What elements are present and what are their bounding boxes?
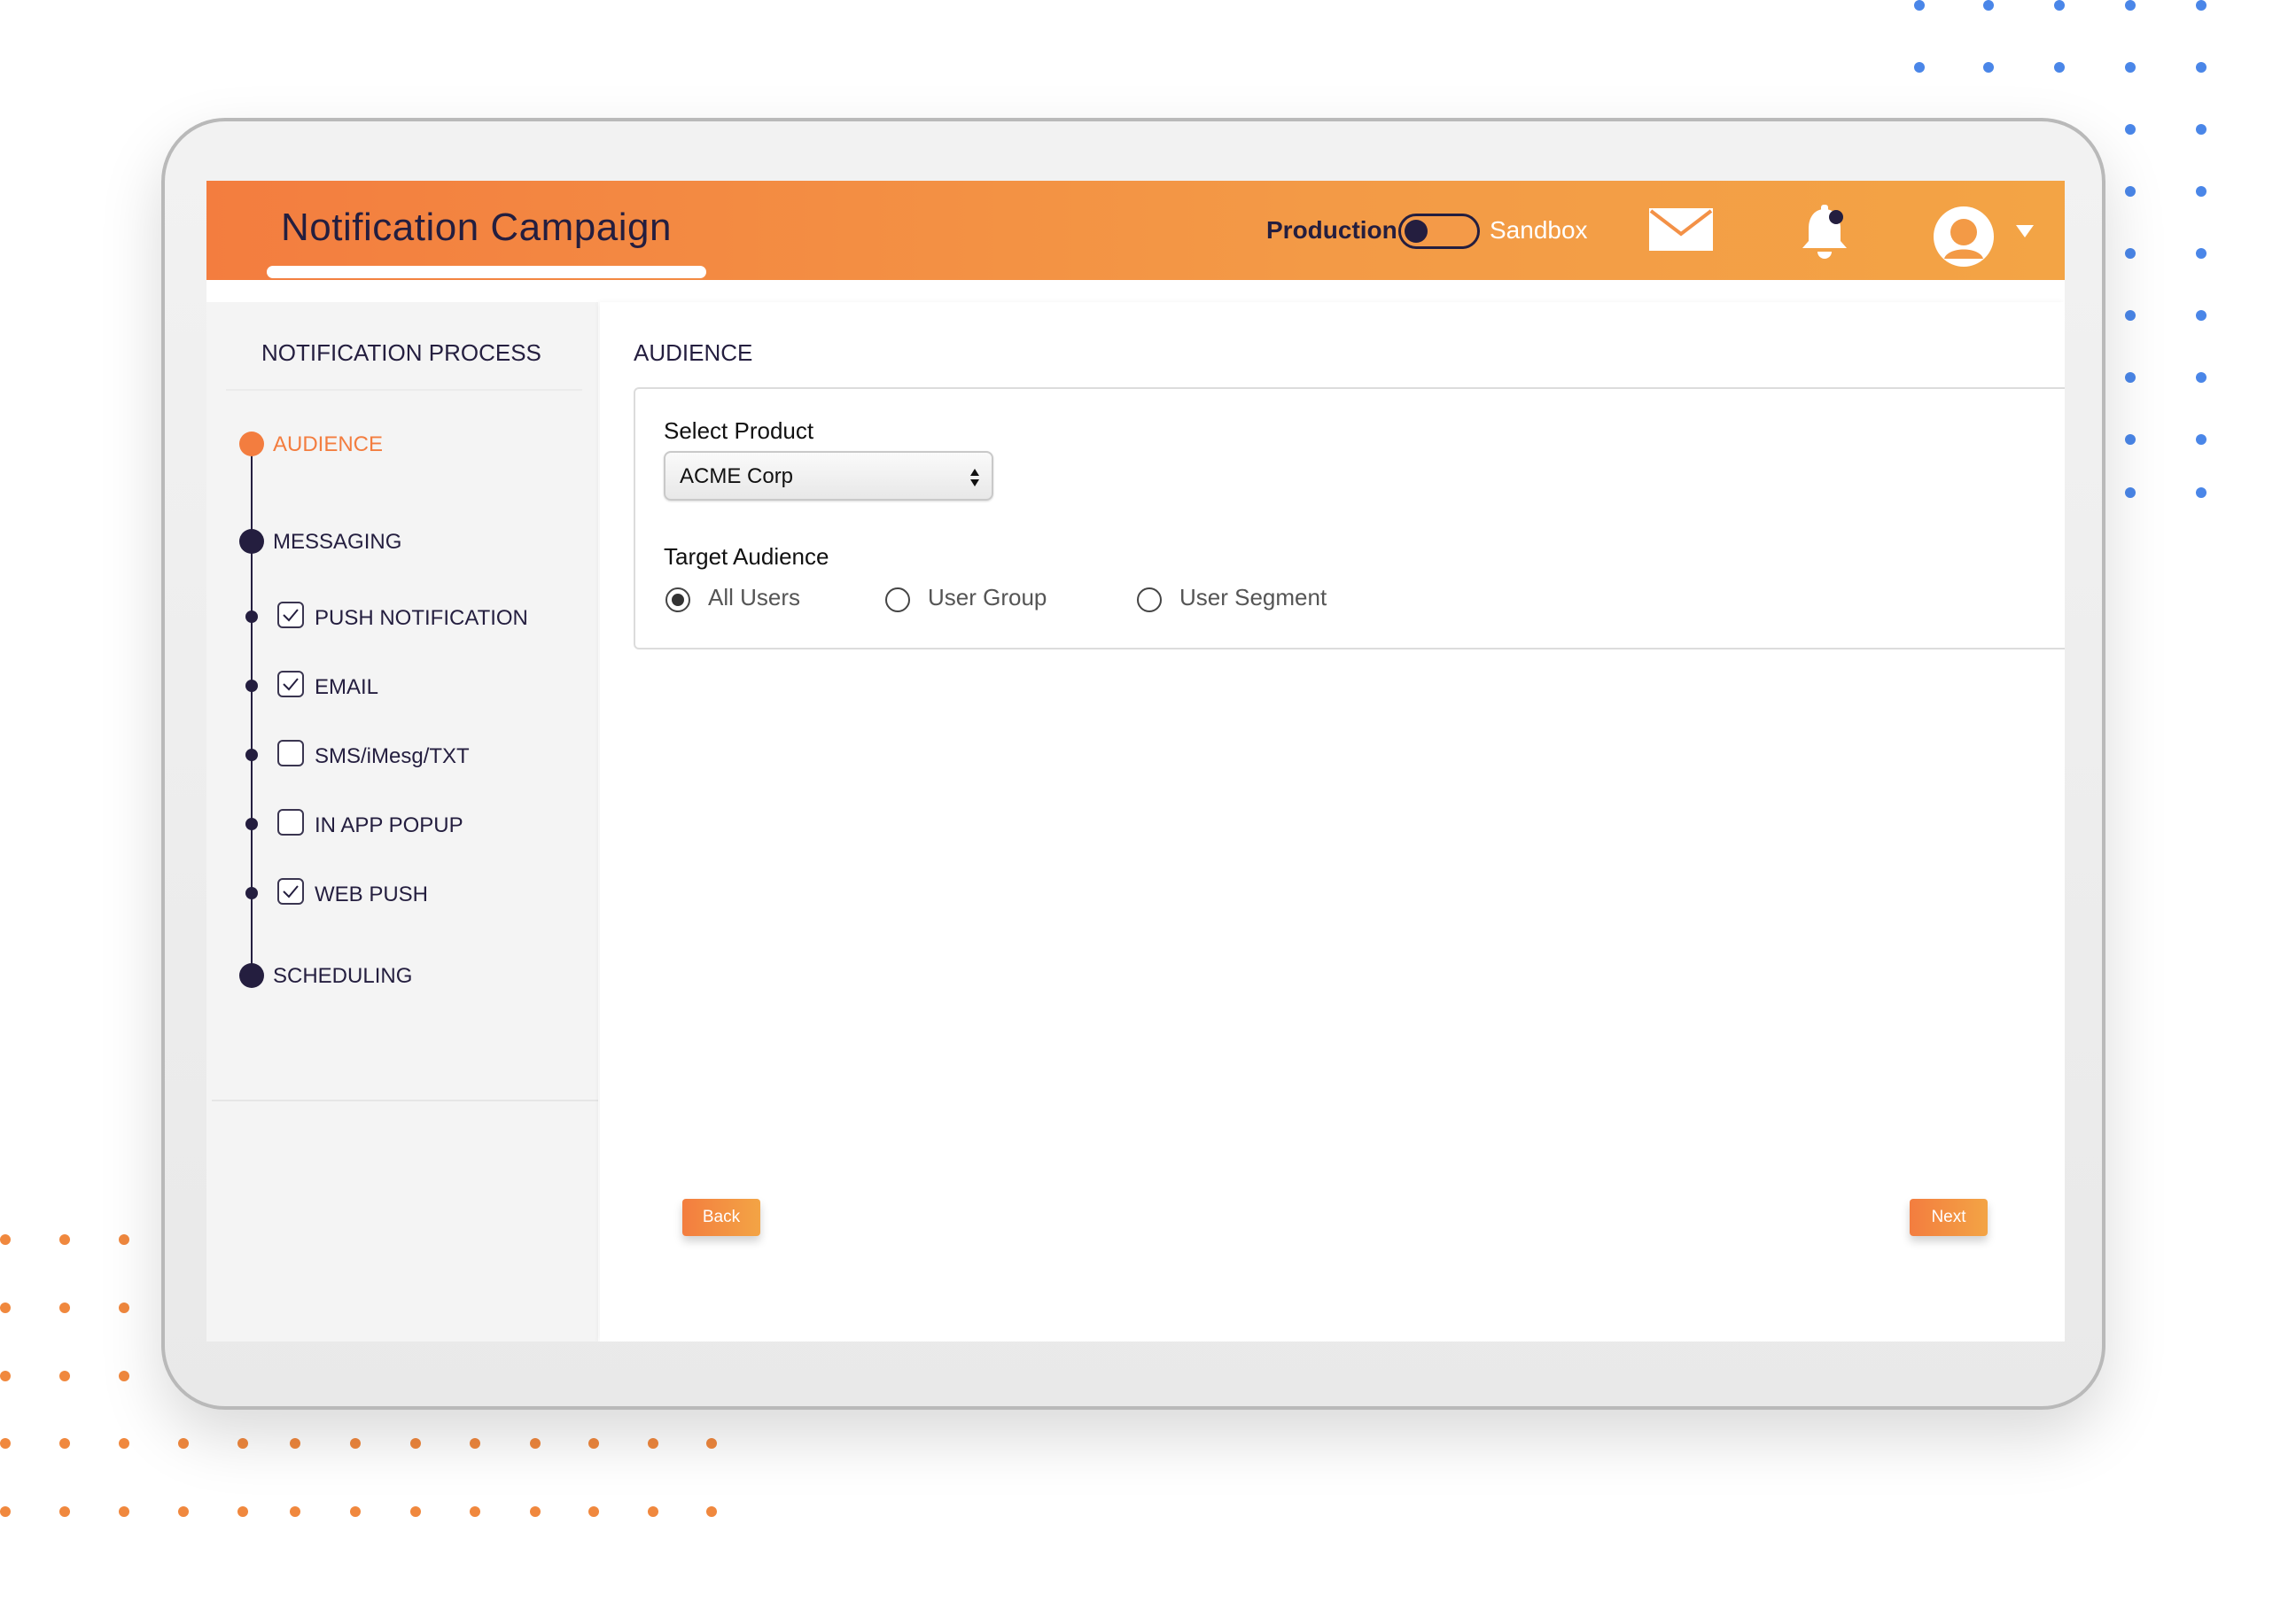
- radio-user-segment[interactable]: [1137, 587, 1162, 612]
- channel-dot: [245, 610, 258, 623]
- toggle-knob: [1405, 220, 1428, 243]
- radio-label-all-users: All Users: [708, 584, 801, 610]
- in-app-popup-checkbox[interactable]: [277, 809, 304, 836]
- channel-dot: [245, 887, 258, 899]
- audience-card: Select Product ACME Corp Target Audience…: [634, 387, 2065, 649]
- email-checkbox[interactable]: [277, 671, 304, 697]
- step-dot-messaging: [239, 529, 264, 554]
- sidebar-heading: NOTIFICATION PROCESS: [261, 339, 541, 366]
- step-messaging[interactable]: MESSAGING: [273, 530, 401, 555]
- channel-label-push: PUSH NOTIFICATION: [315, 606, 528, 630]
- product-select-value: ACME Corp: [680, 464, 794, 488]
- radio-label-user-segment: User Segment: [1179, 584, 1327, 610]
- environment-toggle[interactable]: [1398, 214, 1480, 249]
- channel-label-email: EMAIL: [315, 675, 379, 699]
- channel-label-web-push: WEB PUSH: [315, 883, 429, 906]
- product-select[interactable]: ACME Corp: [664, 451, 993, 501]
- channel-dot: [245, 680, 258, 692]
- mail-icon[interactable]: [1648, 207, 1714, 256]
- top-bar: Notification Campaign Production Sandbox: [206, 181, 2065, 280]
- channel-dot: [245, 818, 258, 830]
- avatar-icon[interactable]: [1933, 206, 1995, 272]
- sidebar-divider: [226, 389, 582, 391]
- section-title: AUDIENCE: [634, 339, 753, 366]
- channel-label-sms: SMS/iMesg/TXT: [315, 744, 470, 768]
- env-production-label: Production: [1266, 216, 1397, 244]
- step-dot-audience: [239, 432, 264, 456]
- sms-checkbox[interactable]: [277, 740, 304, 766]
- select-product-label: Select Product: [664, 417, 814, 444]
- main-panel: AUDIENCE Select Product ACME Corp Target…: [600, 302, 2065, 1341]
- step-dot-scheduling: [239, 963, 264, 988]
- sidebar-bottom-divider: [212, 1100, 598, 1101]
- push-notification-checkbox[interactable]: [277, 602, 304, 628]
- process-sidebar: NOTIFICATION PROCESS AUDIENCE MESSAGING …: [206, 302, 598, 1341]
- radio-label-user-group: User Group: [928, 584, 1047, 610]
- env-sandbox-label: Sandbox: [1490, 216, 1588, 244]
- back-button[interactable]: Back: [682, 1199, 760, 1236]
- step-scheduling[interactable]: SCHEDULING: [273, 964, 412, 989]
- page-title: Notification Campaign: [281, 206, 672, 249]
- caret-down-icon[interactable]: [2016, 225, 2034, 242]
- step-timeline: [251, 444, 253, 980]
- select-arrows-icon: [969, 465, 981, 490]
- target-audience-label: Target Audience: [664, 543, 829, 570]
- channel-dot: [245, 749, 258, 761]
- app-screen: Notification Campaign Production Sandbox: [206, 181, 2065, 1341]
- next-button[interactable]: Next: [1910, 1199, 1988, 1236]
- bell-icon[interactable]: [1798, 204, 1851, 267]
- step-audience[interactable]: AUDIENCE: [273, 432, 383, 457]
- web-push-checkbox[interactable]: [277, 878, 304, 905]
- radio-selected-indicator: [672, 594, 684, 606]
- radio-user-group[interactable]: [885, 587, 910, 612]
- title-underline: [267, 266, 706, 278]
- radio-all-users[interactable]: [665, 587, 690, 612]
- channel-label-in-app: IN APP POPUP: [315, 813, 463, 837]
